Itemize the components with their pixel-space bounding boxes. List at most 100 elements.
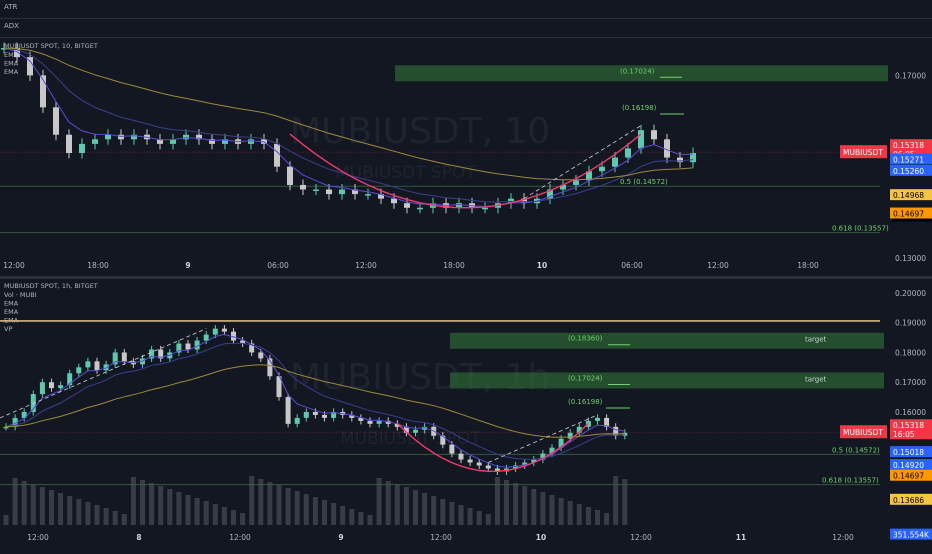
atr-label: ATR	[4, 3, 18, 11]
candle	[94, 361, 100, 371]
volume-bar	[103, 508, 109, 525]
ticker-label: MUBIUSDT	[843, 428, 883, 437]
volume-bar	[67, 496, 73, 525]
candle	[92, 139, 98, 144]
legend-2: EMA	[4, 68, 19, 76]
volume-bar	[494, 477, 500, 525]
x-tick-label: 12:00	[430, 533, 452, 542]
atr-indicator-strip[interactable]: ATR	[0, 0, 932, 19]
volume-bar	[422, 493, 428, 525]
volume-bar	[240, 513, 246, 525]
volume-bar	[367, 515, 373, 525]
ticker-label: MUBIUSDT	[843, 148, 883, 157]
candle	[212, 328, 218, 335]
volume-bar	[585, 507, 591, 525]
fib-label-1: (0.16198)	[622, 104, 657, 112]
volume-bar	[94, 505, 100, 525]
candle	[183, 134, 189, 140]
price-label: 0.14920	[893, 461, 924, 470]
candle	[599, 166, 605, 172]
volume-bar	[576, 504, 582, 525]
volume-bar	[485, 514, 491, 525]
candle	[58, 385, 64, 389]
volume-bar	[403, 487, 409, 525]
volume-bar	[203, 501, 209, 525]
volume-bar	[167, 489, 173, 525]
volume-bar	[49, 490, 54, 525]
chart-title: MUBIUSDT SPOT, 1h, BITGET	[4, 282, 98, 290]
legend-0: Vol · MUBI	[4, 291, 37, 299]
candle	[573, 180, 579, 185]
candle	[339, 189, 345, 195]
volume-bar	[504, 480, 509, 525]
adx-indicator-strip[interactable]: ADX	[0, 19, 932, 38]
volume-bar	[185, 495, 191, 525]
volume-bar	[549, 495, 555, 525]
candle	[285, 397, 291, 424]
candle	[404, 203, 410, 208]
candle	[458, 453, 464, 460]
candle	[294, 417, 300, 424]
watermark-sub: MUBIUSDT SPOT	[340, 429, 481, 449]
candle	[664, 139, 670, 158]
candle	[367, 420, 373, 424]
y-tick-label: 0.13000	[895, 254, 926, 263]
x-tick-label: 12:00	[707, 261, 729, 270]
candle	[595, 417, 600, 421]
volume-bar	[221, 507, 227, 525]
fib-label-2: (0.16198)	[568, 398, 603, 406]
fib-label-4: 0.618 (0.13557)	[822, 477, 879, 485]
x-tick-label: 9	[338, 533, 343, 542]
volume-bar	[604, 513, 610, 525]
chart-10m-svg: MUBIUSDT SPOT, 10, BITGETEMAEMAEMAMUBIUS…	[0, 42, 932, 270]
candle	[326, 189, 332, 195]
watermark: MUBIUSDT, 10	[290, 111, 550, 152]
candle	[376, 420, 382, 424]
volume-bar	[258, 479, 264, 525]
candle	[467, 459, 473, 463]
fib-label-0: (0.17024)	[620, 67, 655, 75]
volume-bar	[558, 498, 564, 525]
price-label: 0.15260	[893, 167, 924, 176]
candle	[221, 328, 227, 332]
candle	[118, 134, 124, 140]
candle	[53, 107, 59, 135]
volume-bar	[285, 488, 291, 525]
x-tick-label: 12:00	[229, 533, 251, 542]
candle	[303, 411, 309, 418]
y-tick-label: 0.17000	[895, 378, 926, 387]
candle	[440, 435, 446, 445]
price-label: 351.554K	[893, 531, 930, 540]
volume-bar	[394, 484, 400, 525]
price-label: 0.15318	[893, 421, 924, 430]
volume-bar	[194, 498, 200, 525]
x-tick-label: 18:00	[87, 261, 109, 270]
x-tick-label: 06:00	[621, 261, 643, 270]
candle	[287, 166, 293, 185]
candle	[274, 143, 280, 167]
price-label: 0.13686	[893, 496, 924, 505]
volume-bar	[458, 505, 464, 525]
volume-bar	[267, 482, 273, 525]
candle	[638, 130, 644, 149]
price-label: 0.15271	[893, 155, 924, 164]
volume-bar	[376, 478, 382, 525]
target-label-0: target	[805, 336, 827, 344]
candle	[313, 189, 319, 192]
volume-bar	[294, 491, 300, 525]
fib-label-3: 0.618 (0.13557)	[832, 225, 889, 233]
candle	[449, 444, 455, 454]
candle	[258, 352, 264, 359]
candle	[185, 343, 191, 350]
candle	[391, 198, 397, 204]
chart-pane-1h[interactable]: MUBIUSDT SPOT, 1h, BITGET Vol · MUBI EMA EM…	[0, 279, 932, 550]
candle	[476, 462, 482, 466]
x-tick-label: 18:00	[443, 261, 465, 270]
x-tick-label: 12:00	[355, 261, 377, 270]
volume-bar	[540, 492, 546, 525]
candle	[613, 426, 619, 436]
chart-pane-10m[interactable]: MUBIUSDT SPOT, 10, BITGET EMA EMA EMA MUBIUS…	[0, 38, 932, 276]
candle	[85, 361, 91, 368]
candle	[413, 429, 418, 433]
volume-bar	[595, 510, 600, 525]
